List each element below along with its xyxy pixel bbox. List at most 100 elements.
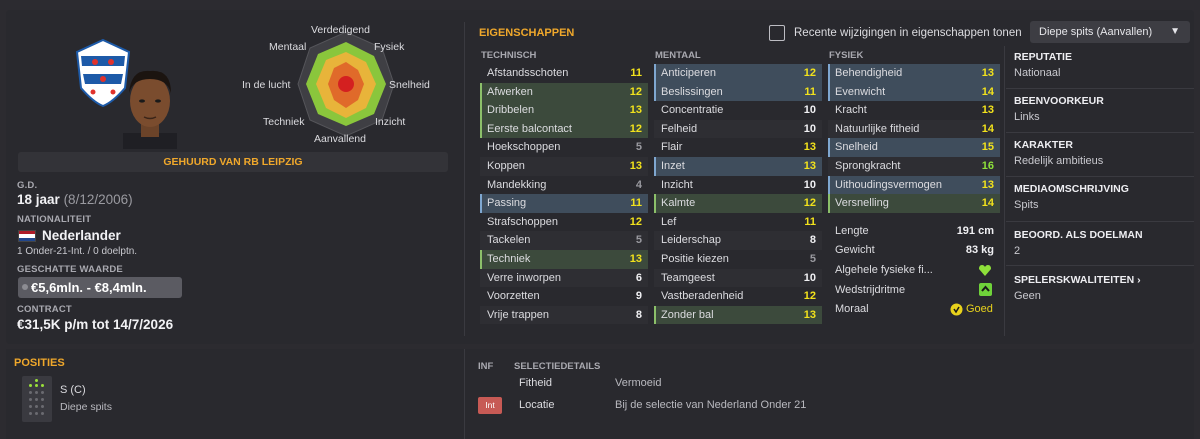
heart-icon[interactable]: [978, 264, 992, 278]
attribute-name: Inzicht: [661, 178, 693, 191]
selection-details-header: SELECTIEDETAILS: [514, 361, 601, 372]
morale-icon: [950, 303, 963, 316]
player-portrait: [123, 70, 177, 149]
location-row-value: Bij de selectie van Nederland Onder 21: [615, 399, 807, 411]
attribute-row-technical[interactable]: Afstandsschoten 11: [480, 64, 648, 83]
attribute-row-mental[interactable]: Zonder bal 13: [654, 305, 822, 325]
divider: [1004, 46, 1005, 336]
radar-label-physical: Fysiek: [374, 41, 405, 53]
attribute-name: Strafschoppen: [487, 215, 558, 228]
attribute-row-mental[interactable]: Inzet 13: [654, 156, 822, 176]
attribute-row-mental[interactable]: Inzicht 10: [654, 176, 822, 195]
attribute-value: 5: [635, 234, 642, 247]
attribute-name: Positie kiezen: [661, 252, 729, 265]
separator: [1006, 265, 1194, 266]
recent-changes-label[interactable]: Recente wijzigingen in eigenschappen ton…: [794, 27, 1022, 39]
separator: [1006, 132, 1194, 133]
attribute-row-mental[interactable]: Concentratie 10: [654, 101, 822, 120]
player-traits-label[interactable]: SPELERSKWALITEITEN ›: [1014, 274, 1194, 286]
morale-label: Moraal: [835, 303, 869, 315]
attribute-row-mental[interactable]: Kalmte 12: [654, 194, 822, 213]
attribute-row-physical[interactable]: Sprongkracht 16: [828, 156, 1000, 176]
attribute-row-technical[interactable]: Verre inworpen 6: [480, 268, 648, 288]
attribute-value: 4: [635, 178, 642, 191]
nationality-value[interactable]: Nederlander: [42, 228, 121, 243]
attribute-row-mental[interactable]: Anticiperen 12: [654, 64, 822, 83]
attribute-row-mental[interactable]: Felheid 10: [654, 119, 822, 139]
role-dropdown[interactable]: Diepe spits (Aanvallen) ▼: [1030, 21, 1190, 43]
radar-label-attacking: Aanvallend: [314, 133, 366, 145]
attribute-value: 10: [803, 104, 816, 117]
length-value: 191 cm: [956, 225, 994, 237]
attribute-value: 14: [981, 85, 994, 98]
gk-rating-label: BEOORD. ALS DOELMAN: [1014, 229, 1143, 241]
attribute-name: Sprongkracht: [835, 159, 901, 172]
attribute-row-technical[interactable]: Afwerken 12: [480, 82, 648, 102]
media-block: MEDIAOMSCHRIJVING Spits: [1014, 183, 1194, 211]
attribute-value: 12: [629, 215, 642, 228]
attribute-row-mental[interactable]: Positie kiezen 5: [654, 250, 822, 269]
attribute-row-technical[interactable]: Hoekschoppen 5: [480, 138, 648, 157]
divider: [464, 349, 465, 439]
attribute-row-technical[interactable]: Koppen 13: [480, 156, 648, 176]
attribute-row-technical[interactable]: Strafschoppen 12: [480, 213, 648, 232]
contract-value[interactable]: €31,5K p/m tot 14/7/2026: [17, 317, 173, 332]
attribute-row-physical[interactable]: Evenwicht 14: [828, 82, 1000, 102]
attribute-row-physical[interactable]: Natuurlijke fitheid 14: [828, 119, 1000, 139]
attribute-name: Versnelling: [835, 197, 889, 210]
attribute-name: Concentratie: [661, 104, 724, 117]
recent-changes-checkbox[interactable]: [769, 25, 785, 41]
attribute-value: 12: [803, 290, 816, 303]
attribute-row-mental[interactable]: Vastberadenheid 12: [654, 287, 822, 306]
attribute-row-physical[interactable]: Kracht 13: [828, 101, 1000, 120]
attribute-row-mental[interactable]: Flair 13: [654, 138, 822, 157]
attribute-row-mental[interactable]: Lef 11: [654, 213, 822, 232]
netherlands-flag-icon: [18, 230, 36, 242]
attribute-name: Afwerken: [487, 85, 533, 98]
attribute-row-technical[interactable]: Eerste balcontact 12: [480, 119, 648, 139]
attribute-name: Snelheid: [835, 141, 878, 154]
contract-label: CONTRACT: [17, 304, 72, 315]
chevron-right-icon: ›: [1137, 274, 1141, 286]
attribute-row-technical[interactable]: Dribbelen 13: [480, 101, 648, 120]
foot-label: BEENVOORKEUR: [1014, 95, 1104, 107]
attribute-name: Natuurlijke fitheid: [835, 122, 920, 135]
attribute-value: 9: [635, 290, 642, 303]
attribute-value: 11: [804, 85, 816, 98]
inf-column-header: INF: [478, 361, 494, 372]
foot-value: Links: [1014, 111, 1040, 123]
reputation-value: Nationaal: [1014, 67, 1061, 79]
attribute-row-physical[interactable]: Behendigheid 13: [828, 64, 1000, 83]
reputation-block: REPUTATIE Nationaal: [1014, 51, 1194, 79]
attribute-name: Behendigheid: [835, 67, 903, 79]
attribute-radar: Verdedigend Mentaal Fysiek In de lucht S…: [238, 18, 452, 150]
attribute-row-physical[interactable]: Snelheid 15: [828, 138, 1000, 157]
attribute-value: 11: [630, 197, 642, 210]
attribute-row-technical[interactable]: Techniek 13: [480, 249, 648, 269]
character-block: KARAKTER Redelijk ambitieus: [1014, 139, 1194, 167]
attribute-row-mental[interactable]: Teamgeest 10: [654, 268, 822, 288]
attribute-row-physical[interactable]: Uithoudingsvermogen 13: [828, 175, 1000, 195]
attribute-value: 13: [803, 141, 816, 154]
attribute-name: Flair: [661, 141, 683, 154]
player-traits-block[interactable]: SPELERSKWALITEITEN › Geen: [1014, 274, 1194, 302]
loan-status-bar[interactable]: GEHUURD VAN RB LEIPZIG: [18, 152, 448, 172]
attribute-name: Eerste balcontact: [487, 122, 572, 135]
caps-value: 1 Onder-21-Int. / 0 doelptn.: [17, 246, 138, 257]
positions-title: POSITIES: [14, 357, 65, 369]
attribute-name: Teamgeest: [661, 271, 715, 284]
attribute-row-technical[interactable]: Vrije trappen 8: [480, 305, 648, 325]
pitch-position-icon[interactable]: [22, 376, 52, 422]
attribute-row-technical[interactable]: Tackelen 5: [480, 231, 648, 250]
attribute-row-technical[interactable]: Voorzetten 9: [480, 287, 648, 306]
attribute-row-technical[interactable]: Passing 11: [480, 194, 648, 213]
attribute-row-mental[interactable]: Beslissingen 11: [654, 82, 822, 102]
value-estimate[interactable]: €5,6mln. - €8,4mln.: [18, 277, 182, 298]
attribute-row-mental[interactable]: Leiderschap 8: [654, 231, 822, 250]
fitness-row-label: Fitheid: [519, 377, 553, 389]
attribute-value: 8: [809, 234, 816, 247]
sharpness-up-icon[interactable]: [979, 283, 992, 296]
attribute-row-technical[interactable]: Mandekking 4: [480, 176, 648, 195]
attribute-row-physical[interactable]: Versnelling 14: [828, 194, 1000, 213]
attribute-value: 6: [635, 271, 642, 284]
